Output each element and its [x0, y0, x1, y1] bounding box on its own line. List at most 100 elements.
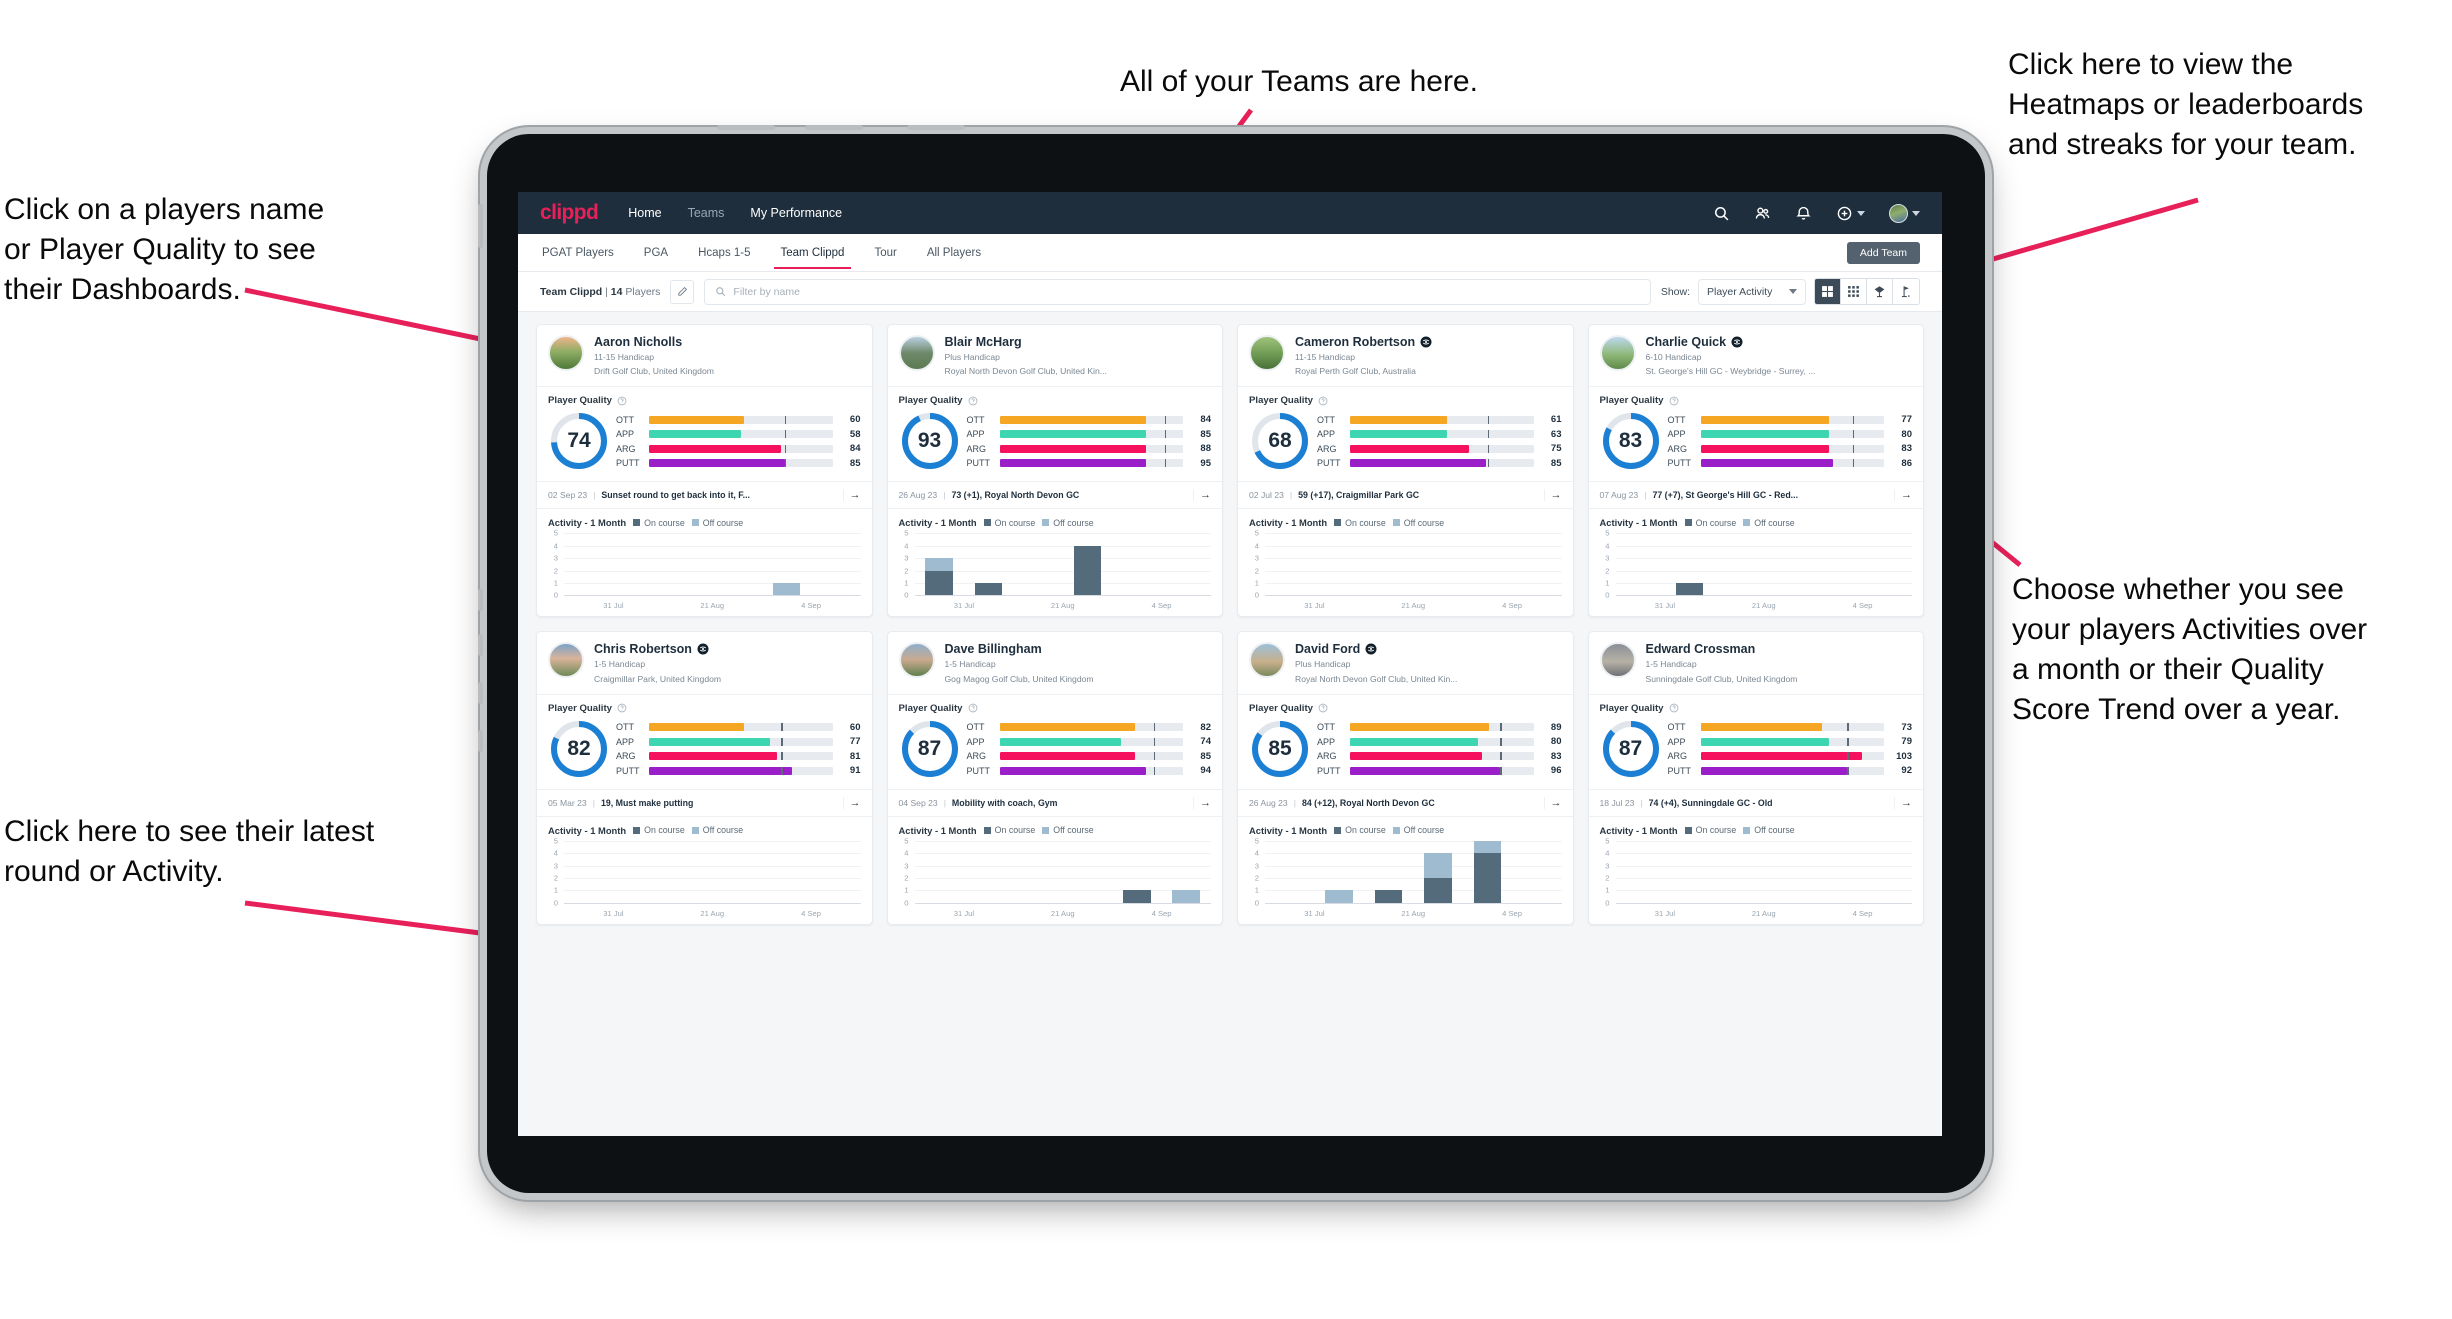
- player-card[interactable]: David Ford Plus Handicap Royal North Devon…: [1237, 631, 1574, 925]
- help-icon[interactable]: [1318, 396, 1328, 406]
- player-card-header[interactable]: Dave Billingham 1-5 Handicap Gog Magog Gol…: [888, 632, 1223, 693]
- player-quality-body[interactable]: 74 OTT 60 APP 58 ARG 84 PUTT 85: [537, 408, 872, 481]
- plus-circle-icon[interactable]: [1836, 205, 1853, 222]
- player-card-header[interactable]: Cameron Robertson 11-15 Handicap Royal Per…: [1238, 325, 1573, 386]
- nav-link-my-performance[interactable]: My Performance: [750, 206, 842, 220]
- search-input[interactable]: [733, 285, 1640, 298]
- latest-round-row[interactable]: 05 Mar 23 | 19, Must make putting →: [537, 788, 872, 817]
- help-icon[interactable]: [617, 703, 627, 713]
- player-card[interactable]: Charlie Quick 6-10 Handicap St. George's H…: [1587, 324, 1924, 618]
- tab-hcaps-1-5[interactable]: Hcaps 1-5: [696, 236, 752, 269]
- help-icon[interactable]: [617, 396, 627, 406]
- latest-round-row[interactable]: 02 Sep 23 | Sunset round to get back into …: [537, 481, 872, 510]
- latest-round-row[interactable]: 04 Sep 23 | Mobility with coach, Gym →: [887, 788, 1222, 817]
- chevron-down-icon[interactable]: [1857, 210, 1865, 216]
- player-card[interactable]: Chris Robertson 1-5 Handicap Craigmillar P…: [536, 631, 873, 925]
- player-quality-ring[interactable]: 93: [899, 410, 961, 472]
- player-card-header[interactable]: Aaron Nicholls 11-15 Handicap Drift Golf C…: [537, 325, 872, 386]
- player-card[interactable]: Edward Crossman 1-5 Handicap Sunningdale G…: [1587, 631, 1924, 925]
- tab-all-players[interactable]: All Players: [925, 236, 983, 269]
- avatar[interactable]: [1889, 203, 1908, 223]
- help-icon[interactable]: [1318, 703, 1328, 713]
- show-select[interactable]: Player Activity: [1698, 278, 1806, 305]
- latest-round-row[interactable]: 26 Aug 23 | 84 (+12), Royal North Devon GC…: [1238, 788, 1573, 817]
- arrow-right-icon[interactable]: →: [842, 796, 861, 809]
- player-quality-ring[interactable]: 83: [1600, 410, 1662, 472]
- clippd-logo[interactable]: clippd: [540, 201, 599, 225]
- player-name[interactable]: Charlie Quick: [1646, 335, 1816, 349]
- player-quality-body[interactable]: 85 OTT 89 APP 80 ARG 83 PUTT 96: [1238, 716, 1573, 789]
- player-quality-ring[interactable]: 87: [899, 718, 961, 780]
- arrow-right-icon[interactable]: →: [1543, 796, 1562, 809]
- player-name[interactable]: Chris Robertson: [594, 642, 721, 656]
- chevron-down-icon[interactable]: [1912, 210, 1920, 216]
- arrow-right-icon[interactable]: →: [1193, 796, 1211, 809]
- latest-round-row[interactable]: 07 Aug 23 | 77 (+7), St George's Hill GC -…: [1588, 481, 1923, 510]
- view-course-button[interactable]: [1893, 279, 1919, 304]
- player-quality-body[interactable]: 93 OTT 84 APP 85 ARG 88 PUTT 95: [888, 408, 1223, 481]
- view-grid-large-button[interactable]: [1815, 279, 1841, 304]
- player-card[interactable]: Aaron Nicholls 11-15 Handicap Drift Golf C…: [536, 324, 873, 618]
- add-menu[interactable]: [1836, 205, 1865, 222]
- nav-link-teams[interactable]: Teams: [688, 206, 725, 220]
- arrow-right-icon[interactable]: →: [1543, 489, 1562, 502]
- player-name[interactable]: Dave Billingham: [945, 642, 1094, 656]
- nav-link-home[interactable]: Home: [628, 206, 661, 220]
- tab-pgat-players[interactable]: PGAT Players: [540, 236, 616, 269]
- help-icon[interactable]: [968, 396, 978, 406]
- player-avatar[interactable]: [898, 642, 935, 679]
- tab-pga[interactable]: PGA: [642, 236, 670, 269]
- player-card-header[interactable]: Blair McHarg Plus Handicap Royal North Dev…: [888, 325, 1223, 386]
- player-name[interactable]: Aaron Nicholls: [594, 335, 714, 349]
- player-avatar[interactable]: [1599, 642, 1636, 679]
- player-card[interactable]: Dave Billingham 1-5 Handicap Gog Magog Gol…: [886, 631, 1223, 925]
- player-quality-ring[interactable]: 82: [548, 718, 610, 780]
- arrow-right-icon[interactable]: →: [1193, 489, 1211, 502]
- player-name[interactable]: Edward Crossman: [1646, 642, 1798, 656]
- help-icon[interactable]: [968, 703, 978, 713]
- help-icon[interactable]: [1669, 703, 1679, 713]
- latest-round-row[interactable]: 26 Aug 23 | 73 (+1), Royal North Devon GC →: [887, 481, 1222, 510]
- player-avatar[interactable]: [1249, 335, 1285, 371]
- arrow-right-icon[interactable]: →: [842, 489, 861, 502]
- latest-round-row[interactable]: 02 Jul 23 | 59 (+17), Craigmillar Park GC →: [1238, 481, 1573, 510]
- player-quality-ring[interactable]: 68: [1249, 410, 1311, 472]
- player-quality-body[interactable]: 87 OTT 82 APP 74 ARG 85 PUTT 94: [888, 716, 1223, 789]
- player-card[interactable]: Blair McHarg Plus Handicap Royal North Dev…: [886, 324, 1223, 618]
- tab-tour[interactable]: Tour: [872, 236, 898, 269]
- player-quality-body[interactable]: 82 OTT 60 APP 77 ARG 81 PUTT 91: [537, 716, 872, 789]
- bell-icon[interactable]: [1795, 205, 1812, 222]
- search-icon[interactable]: [1713, 205, 1730, 222]
- add-team-button[interactable]: Add Team: [1846, 241, 1920, 264]
- player-card-header[interactable]: Charlie Quick 6-10 Handicap St. George's H…: [1589, 325, 1924, 386]
- player-quality-body[interactable]: 68 OTT 61 APP 63 ARG 75 PUTT 85: [1238, 408, 1573, 481]
- latest-round-row[interactable]: 18 Jul 23 | 74 (+4), Sunningdale GC - Old →: [1588, 788, 1923, 817]
- player-name[interactable]: Blair McHarg: [945, 335, 1107, 349]
- player-name[interactable]: Cameron Robertson: [1295, 335, 1432, 349]
- player-quality-body[interactable]: 83 OTT 77 APP 80 ARG 83 PUTT 86: [1589, 408, 1924, 481]
- player-avatar[interactable]: [548, 642, 584, 679]
- user-menu[interactable]: [1889, 203, 1920, 223]
- player-avatar[interactable]: [548, 335, 584, 371]
- player-card-header[interactable]: Edward Crossman 1-5 Handicap Sunningdale G…: [1589, 632, 1924, 693]
- edit-team-button[interactable]: [670, 279, 695, 304]
- search-field[interactable]: [704, 278, 1651, 305]
- people-icon[interactable]: [1754, 205, 1771, 222]
- view-grid-small-button[interactable]: [1841, 279, 1867, 304]
- player-card-header[interactable]: Chris Robertson 1-5 Handicap Craigmillar P…: [537, 632, 872, 693]
- player-avatar[interactable]: [1249, 642, 1285, 679]
- player-avatar[interactable]: [1599, 335, 1636, 371]
- player-avatar[interactable]: [898, 335, 935, 371]
- player-quality-ring[interactable]: 85: [1249, 718, 1311, 780]
- player-quality-body[interactable]: 87 OTT 73 APP 79 ARG 103 PUTT 92: [1589, 716, 1924, 789]
- arrow-right-icon[interactable]: →: [1894, 489, 1912, 502]
- player-name[interactable]: David Ford: [1295, 642, 1457, 656]
- view-leaderboard-button[interactable]: [1867, 279, 1893, 304]
- player-quality-ring[interactable]: 87: [1600, 718, 1662, 780]
- player-card[interactable]: Cameron Robertson 11-15 Handicap Royal Per…: [1237, 324, 1574, 618]
- arrow-right-icon[interactable]: →: [1894, 796, 1912, 809]
- tab-team-clippd[interactable]: Team Clippd: [773, 236, 852, 269]
- player-card-header[interactable]: David Ford Plus Handicap Royal North Devon…: [1238, 632, 1573, 693]
- player-quality-ring[interactable]: 74: [548, 410, 610, 472]
- help-icon[interactable]: [1669, 396, 1679, 406]
